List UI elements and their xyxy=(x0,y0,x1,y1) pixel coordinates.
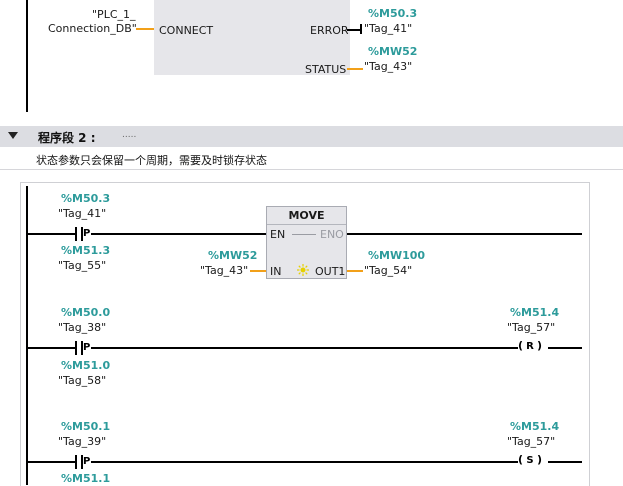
move-en-eno-link xyxy=(292,234,316,235)
rung1-wire-b xyxy=(91,233,266,235)
rung3-contact-address: %M50.1 xyxy=(61,420,111,433)
rung2-coil-label: R xyxy=(526,341,534,352)
rung3-coil-label: S xyxy=(526,455,534,466)
error-pin: ERROR xyxy=(310,24,349,37)
rung2-wire-c xyxy=(548,347,582,349)
rung3-p-label: P xyxy=(83,456,91,467)
move-out-pin: OUT1 xyxy=(315,265,346,278)
rung3-coil-address: %M51.4 xyxy=(510,420,560,433)
rung1-edge-address: %M51.3 xyxy=(61,244,111,257)
rung1-wire-a xyxy=(27,233,75,235)
rung3-wire-a xyxy=(27,461,75,463)
power-rail xyxy=(26,186,28,485)
status-wire xyxy=(347,68,363,70)
rung1-p-label: P xyxy=(83,228,91,239)
move-in-tag: "Tag_43" xyxy=(200,264,249,277)
error-address: %M50.3 xyxy=(368,7,418,20)
rung3-wire-b xyxy=(91,461,518,463)
rung1-edge-tag: "Tag_55" xyxy=(58,259,107,272)
status-pin: STATUS xyxy=(305,63,347,76)
move-out-tag: "Tag_54" xyxy=(364,264,413,277)
collapse-triangle-icon[interactable] xyxy=(8,132,18,140)
rung2-coil-right-paren: ) xyxy=(537,339,543,352)
plc-tag-line2: Connection_DB" xyxy=(48,22,137,35)
move-in-wire xyxy=(250,270,266,272)
power-rail-network1 xyxy=(26,0,28,112)
rung2-wire-b xyxy=(91,347,518,349)
error-wire-end xyxy=(360,24,362,34)
move-out-address: %MW100 xyxy=(368,249,426,262)
rung3-coil-tag: "Tag_57" xyxy=(507,435,556,448)
rung2-edge-address: %M51.0 xyxy=(61,359,111,372)
segment-comment: 状态参数只会保留一个周期，需要及时锁存状态 xyxy=(36,154,267,167)
segment-comment-area[interactable]: 状态参数只会保留一个周期，需要及时锁存状态 xyxy=(0,147,623,170)
rung1-contact-tag: "Tag_41" xyxy=(58,207,107,220)
rung2-coil-tag: "Tag_57" xyxy=(507,321,556,334)
rung1-p-contact[interactable] xyxy=(75,227,83,241)
status-address: %MW52 xyxy=(368,45,418,58)
rung3-wire-c xyxy=(548,461,582,463)
rung3-edge-address: %M51.1 xyxy=(61,472,111,485)
rung3-set-coil[interactable]: (S) xyxy=(518,453,542,468)
move-title-divider xyxy=(267,224,346,225)
move-out-wire xyxy=(347,270,363,272)
rung2-p-label: P xyxy=(83,342,91,353)
rung3-p-contact[interactable] xyxy=(75,455,83,469)
rung2-contact-tag: "Tag_38" xyxy=(58,321,107,334)
rung2-wire-a xyxy=(27,347,75,349)
rung1-wire-c xyxy=(347,233,582,235)
move-en-pin: EN xyxy=(270,228,286,241)
rung1-contact-address: %M50.3 xyxy=(61,192,111,205)
rung2-edge-tag: "Tag_58" xyxy=(58,374,107,387)
rung2-contact-address: %M50.0 xyxy=(61,306,111,319)
move-in-pin: IN xyxy=(270,265,282,278)
segment-title-dots[interactable]: ..... xyxy=(122,130,136,140)
rung3-coil-right-paren: ) xyxy=(537,453,543,466)
segment-header[interactable]: 程序段 2 : ..... xyxy=(0,126,623,147)
move-title: MOVE xyxy=(288,209,325,222)
sun-icon xyxy=(297,264,309,276)
rung3-contact-tag: "Tag_39" xyxy=(58,435,107,448)
connect-wire xyxy=(136,28,154,30)
segment-title: 程序段 2 : xyxy=(38,131,96,145)
rung2-reset-coil[interactable]: (R) xyxy=(518,339,542,354)
rung2-coil-address: %M51.4 xyxy=(510,306,560,319)
error-wire xyxy=(347,29,361,31)
move-in-address: %MW52 xyxy=(208,249,258,262)
connect-pin: CONNECT xyxy=(159,24,214,37)
plc-tag-line1: "PLC_1_ xyxy=(92,8,136,21)
move-eno-pin: ENO xyxy=(320,228,344,241)
rung2-p-contact[interactable] xyxy=(75,341,83,355)
error-tag: "Tag_41" xyxy=(364,22,413,35)
status-tag: "Tag_43" xyxy=(364,60,413,73)
